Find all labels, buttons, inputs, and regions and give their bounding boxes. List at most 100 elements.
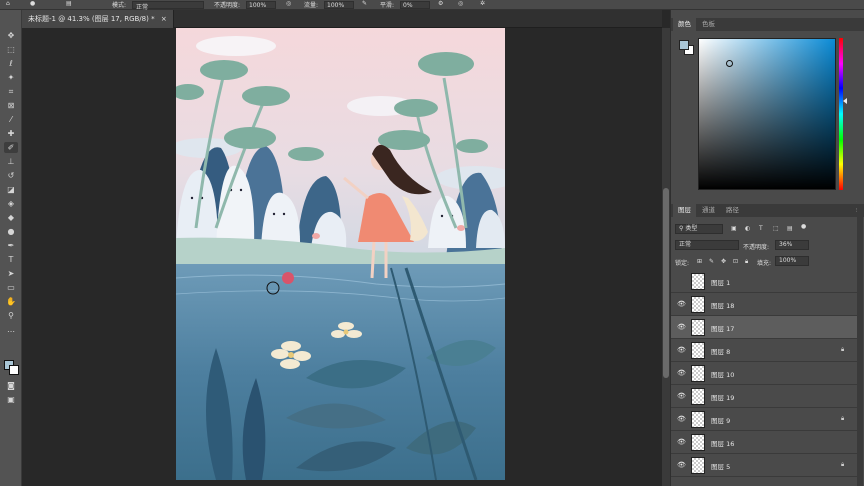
smooth-field[interactable]: 0% (400, 1, 430, 9)
scrollbar-thumb[interactable] (663, 188, 669, 378)
layer-row[interactable]: 👁︎ 图层 8 🔒︎ (671, 339, 861, 362)
filter-toggle-icon[interactable]: ● (801, 223, 806, 230)
marquee-tool-icon[interactable]: ⬚ (4, 44, 18, 55)
tab-channels[interactable]: 通道 (697, 204, 720, 217)
background-color-swatch[interactable] (9, 365, 19, 375)
visibility-eye-icon[interactable]: 👁︎ (677, 415, 686, 423)
crop-tool-icon[interactable]: ⌗ (4, 86, 18, 97)
rectangle-tool-icon[interactable]: ▭ (4, 282, 18, 293)
layer-filter-select[interactable]: ⚲ 类型 (675, 224, 723, 234)
layer-row[interactable]: 👁︎ 图层 16 (671, 431, 861, 454)
hue-slider[interactable] (839, 38, 843, 190)
visibility-eye-icon[interactable]: 👁︎ (677, 392, 686, 400)
layer-name[interactable]: 图层 18 (711, 300, 734, 310)
tab-layers[interactable]: 图层 (673, 204, 696, 217)
home-icon[interactable]: ⌂ (6, 0, 10, 7)
layer-name[interactable]: 图层 8 (711, 346, 730, 356)
screen-mode-icon[interactable]: ▣ (4, 394, 18, 405)
layer-name[interactable]: 图层 1 (711, 277, 730, 287)
lock-image-icon[interactable]: ✎ (709, 258, 714, 265)
pressure-size-icon[interactable]: ◎ (458, 0, 463, 7)
layer-thumbnail[interactable] (691, 365, 705, 382)
lock-position-icon[interactable]: ✥ (721, 258, 726, 265)
zoom-tool-icon[interactable]: ⚲ (4, 310, 18, 321)
filter-type-icon[interactable]: T (759, 225, 763, 232)
layer-row[interactable]: 👁︎ 图层 9 🔒︎ (671, 408, 861, 431)
tab-color[interactable]: 颜色 (673, 18, 696, 31)
healing-brush-tool-icon[interactable]: ✚ (4, 128, 18, 139)
filter-shape-icon[interactable]: ⬚ (773, 225, 779, 232)
symmetry-icon[interactable]: ✲ (480, 0, 485, 7)
layer-row[interactable]: 👁︎ 图层 19 (671, 385, 861, 408)
filter-adjustment-icon[interactable]: ◐ (745, 225, 750, 232)
smoothing-options-icon[interactable]: ⚙ (438, 0, 443, 7)
color-field[interactable] (698, 38, 836, 190)
airbrush-icon[interactable]: ✎ (362, 0, 367, 7)
quick-mask-icon[interactable]: ◙ (4, 380, 18, 391)
layer-thumbnail[interactable] (691, 434, 705, 451)
layer-thumbnail[interactable] (691, 296, 705, 313)
layers-scrollbar[interactable] (857, 206, 863, 486)
layer-row[interactable]: 图层 1 (671, 270, 861, 293)
layer-name[interactable]: 图层 5 (711, 461, 730, 471)
magic-wand-tool-icon[interactable]: ✦ (4, 72, 18, 83)
eyedropper-tool-icon[interactable]: ⁄ (4, 114, 18, 125)
document-canvas[interactable] (176, 28, 505, 480)
layer-row[interactable]: 👁︎ 图层 10 (671, 362, 861, 385)
opacity-field[interactable]: 100% (246, 1, 276, 9)
layer-thumbnail[interactable] (691, 273, 705, 290)
mode-select[interactable]: 正常 (132, 1, 204, 11)
layer-name[interactable]: 图层 9 (711, 415, 730, 425)
layer-row[interactable]: 👁︎ 图层 5 🔒︎ (671, 454, 861, 477)
path-selection-tool-icon[interactable]: ➤ (4, 268, 18, 279)
lock-artboard-icon[interactable]: ⊡ (733, 258, 738, 265)
layer-thumbnail[interactable] (691, 342, 705, 359)
layer-name[interactable]: 图层 19 (711, 392, 734, 402)
pen-tool-icon[interactable]: ✒ (4, 240, 18, 251)
lock-all-icon[interactable]: 🔒︎ (745, 258, 748, 266)
lock-transparent-icon[interactable]: ⊞ (697, 258, 702, 265)
clone-stamp-tool-icon[interactable]: ⊥ (4, 156, 18, 167)
layer-name[interactable]: 图层 16 (711, 438, 734, 448)
tab-paths[interactable]: 路径 (721, 204, 744, 217)
brush-settings-icon[interactable]: ▤ (66, 0, 72, 7)
lasso-tool-icon[interactable]: ℓ (4, 58, 18, 69)
document-tab[interactable]: 未标题-1 @ 41.3% (图层 17, RGB/8) * × (22, 10, 174, 28)
type-tool-icon[interactable]: T (4, 254, 18, 265)
visibility-eye-icon[interactable]: 👁︎ (677, 461, 686, 469)
filter-smart-object-icon[interactable]: ▤ (787, 225, 793, 232)
visibility-eye-icon[interactable]: 👁︎ (677, 369, 686, 377)
layer-name[interactable]: 图层 17 (711, 323, 734, 333)
pressure-opacity-icon[interactable]: ◎ (286, 0, 291, 7)
frame-tool-icon[interactable]: ⊠ (4, 100, 18, 111)
move-tool-icon[interactable]: ✥ (4, 30, 18, 41)
visibility-eye-icon[interactable]: 👁︎ (677, 300, 686, 308)
visibility-eye-icon[interactable] (677, 277, 685, 285)
visibility-eye-icon[interactable]: 👁︎ (677, 346, 686, 354)
color-picker-ring[interactable] (726, 60, 733, 67)
layer-thumbnail[interactable] (691, 411, 705, 428)
brush-tool-icon[interactable]: ✐ (4, 142, 18, 153)
canvas-vertical-scrollbar[interactable] (662, 28, 670, 486)
layer-row[interactable]: 👁︎ 图层 17 (671, 316, 861, 339)
layer-row[interactable]: 👁︎ 图层 18 (671, 293, 861, 316)
hand-tool-icon[interactable]: ✋ (4, 296, 18, 307)
dodge-tool-icon[interactable]: ● (4, 226, 18, 237)
hue-slider-marker[interactable] (843, 98, 847, 104)
blur-tool-icon[interactable]: ◆ (4, 212, 18, 223)
brush-preset-icon[interactable]: ● (30, 0, 35, 7)
eraser-tool-icon[interactable]: ◪ (4, 184, 18, 195)
flow-field[interactable]: 100% (324, 1, 354, 9)
filter-pixel-icon[interactable]: ▣ (731, 225, 737, 232)
tab-swatches[interactable]: 色板 (697, 18, 720, 31)
layer-opacity-field[interactable]: 36% (775, 240, 809, 250)
color-panel-foreground-swatch[interactable] (679, 40, 689, 50)
layer-thumbnail[interactable] (691, 319, 705, 336)
history-brush-tool-icon[interactable]: ↺ (4, 170, 18, 181)
layer-thumbnail[interactable] (691, 388, 705, 405)
visibility-eye-icon[interactable]: 👁︎ (677, 438, 686, 446)
visibility-eye-icon[interactable]: 👁︎ (677, 323, 686, 331)
layer-thumbnail[interactable] (691, 457, 705, 474)
close-icon[interactable]: × (161, 15, 167, 23)
paint-bucket-tool-icon[interactable]: ◈ (4, 198, 18, 209)
